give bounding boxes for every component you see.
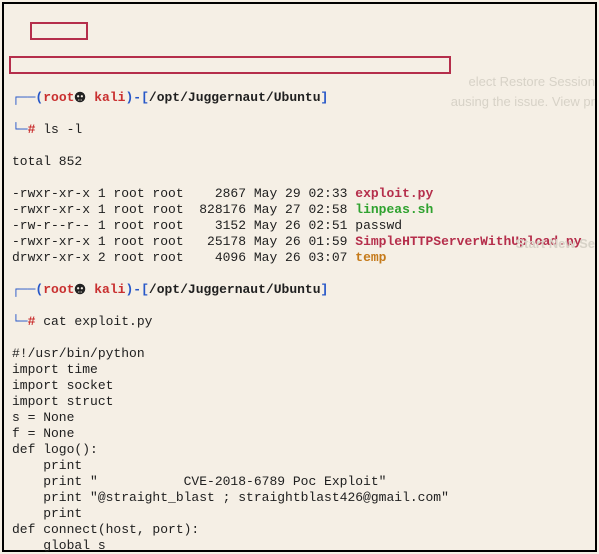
code-line: print " CVE-2018-6789 Poc Exploit" <box>12 474 587 490</box>
prompt-line2-prefix: └─ <box>12 122 28 137</box>
file-row: drwxr-xr-x 2 root root 4096 May 26 03:07… <box>12 250 587 266</box>
code-line: f = None <box>12 426 587 442</box>
prompt-line-3: ┌──(root kali)-[/opt/Juggernaut/Ubuntu] <box>12 282 587 298</box>
code-block: #!/usr/bin/pythonimport timeimport socke… <box>12 346 587 554</box>
skull-icon <box>74 283 86 295</box>
prompt-open-2: ┌──( <box>12 282 43 297</box>
total-line: total 852 <box>12 154 587 170</box>
prompt-line-1: ┌──(root kali)-[/opt/Juggernaut/Ubuntu] <box>12 90 587 106</box>
prompt-close-2: ] <box>321 282 329 297</box>
terminal-frame: elect Restore Session ausing the issue. … <box>2 2 597 552</box>
prompt-line2-prefix-2: └─ <box>12 314 28 329</box>
code-line: import time <box>12 362 587 378</box>
prompt-user: root <box>43 90 74 105</box>
code-line: print "@straight_blast ; straightblast42… <box>12 490 587 506</box>
prompt-hash-2: # <box>28 314 44 329</box>
code-line: def connect(host, port): <box>12 522 587 538</box>
file-name: passwd <box>355 218 402 233</box>
code-line: s = None <box>12 410 587 426</box>
prompt-host: kali <box>94 90 125 105</box>
code-line: print <box>12 458 587 474</box>
code-line: def logo(): <box>12 442 587 458</box>
file-row: -rwxr-xr-x 1 root root 25178 May 26 01:5… <box>12 234 587 250</box>
file-row: -rw-r--r-- 1 root root 3152 May 26 02:51… <box>12 218 587 234</box>
file-row: -rwxr-xr-x 1 root root 828176 May 27 02:… <box>12 202 587 218</box>
prompt-host-2: kali <box>94 282 125 297</box>
prompt-close: ] <box>321 90 329 105</box>
prompt-dash: -[ <box>133 90 149 105</box>
command-ls[interactable]: ls -l <box>43 122 82 137</box>
file-list: -rwxr-xr-x 1 root root 2867 May 29 02:33… <box>12 186 587 266</box>
command-cat[interactable]: cat exploit.py <box>43 314 152 329</box>
file-name: linpeas.sh <box>355 202 433 217</box>
file-perms: -rwxr-xr-x 1 root root 2867 May 29 02:33 <box>12 186 355 201</box>
prompt-path-2: /opt/Juggernaut/Ubuntu <box>149 282 321 297</box>
code-line: global s <box>12 538 587 554</box>
prompt-path: /opt/Juggernaut/Ubuntu <box>149 90 321 105</box>
file-name: SimpleHTTPServerWithUpload.py <box>355 234 581 249</box>
prompt-line-2: └─# ls -l <box>12 122 587 138</box>
background-hint-1: elect Restore Session <box>469 74 595 90</box>
file-perms: -rwxr-xr-x 1 root root 25178 May 26 01:5… <box>12 234 355 249</box>
prompt-user-2: root <box>43 282 74 297</box>
file-name: temp <box>355 250 386 265</box>
code-line: import socket <box>12 378 587 394</box>
file-perms: -rw-r--r-- 1 root root 3152 May 26 02:51 <box>12 218 355 233</box>
file-perms: -rwxr-xr-x 1 root root 828176 May 27 02:… <box>12 202 355 217</box>
prompt-open: ┌──( <box>12 90 43 105</box>
file-row: -rwxr-xr-x 1 root root 2867 May 29 02:33… <box>12 186 587 202</box>
prompt-hash: # <box>28 122 44 137</box>
code-line: #!/usr/bin/python <box>12 346 587 362</box>
skull-icon <box>74 91 86 103</box>
prompt-line-4: └─# cat exploit.py <box>12 314 587 330</box>
code-line: print <box>12 506 587 522</box>
file-name: exploit.py <box>355 186 433 201</box>
prompt-dash-2: -[ <box>133 282 149 297</box>
file-perms: drwxr-xr-x 2 root root 4096 May 26 03:07 <box>12 250 355 265</box>
code-line: import struct <box>12 394 587 410</box>
